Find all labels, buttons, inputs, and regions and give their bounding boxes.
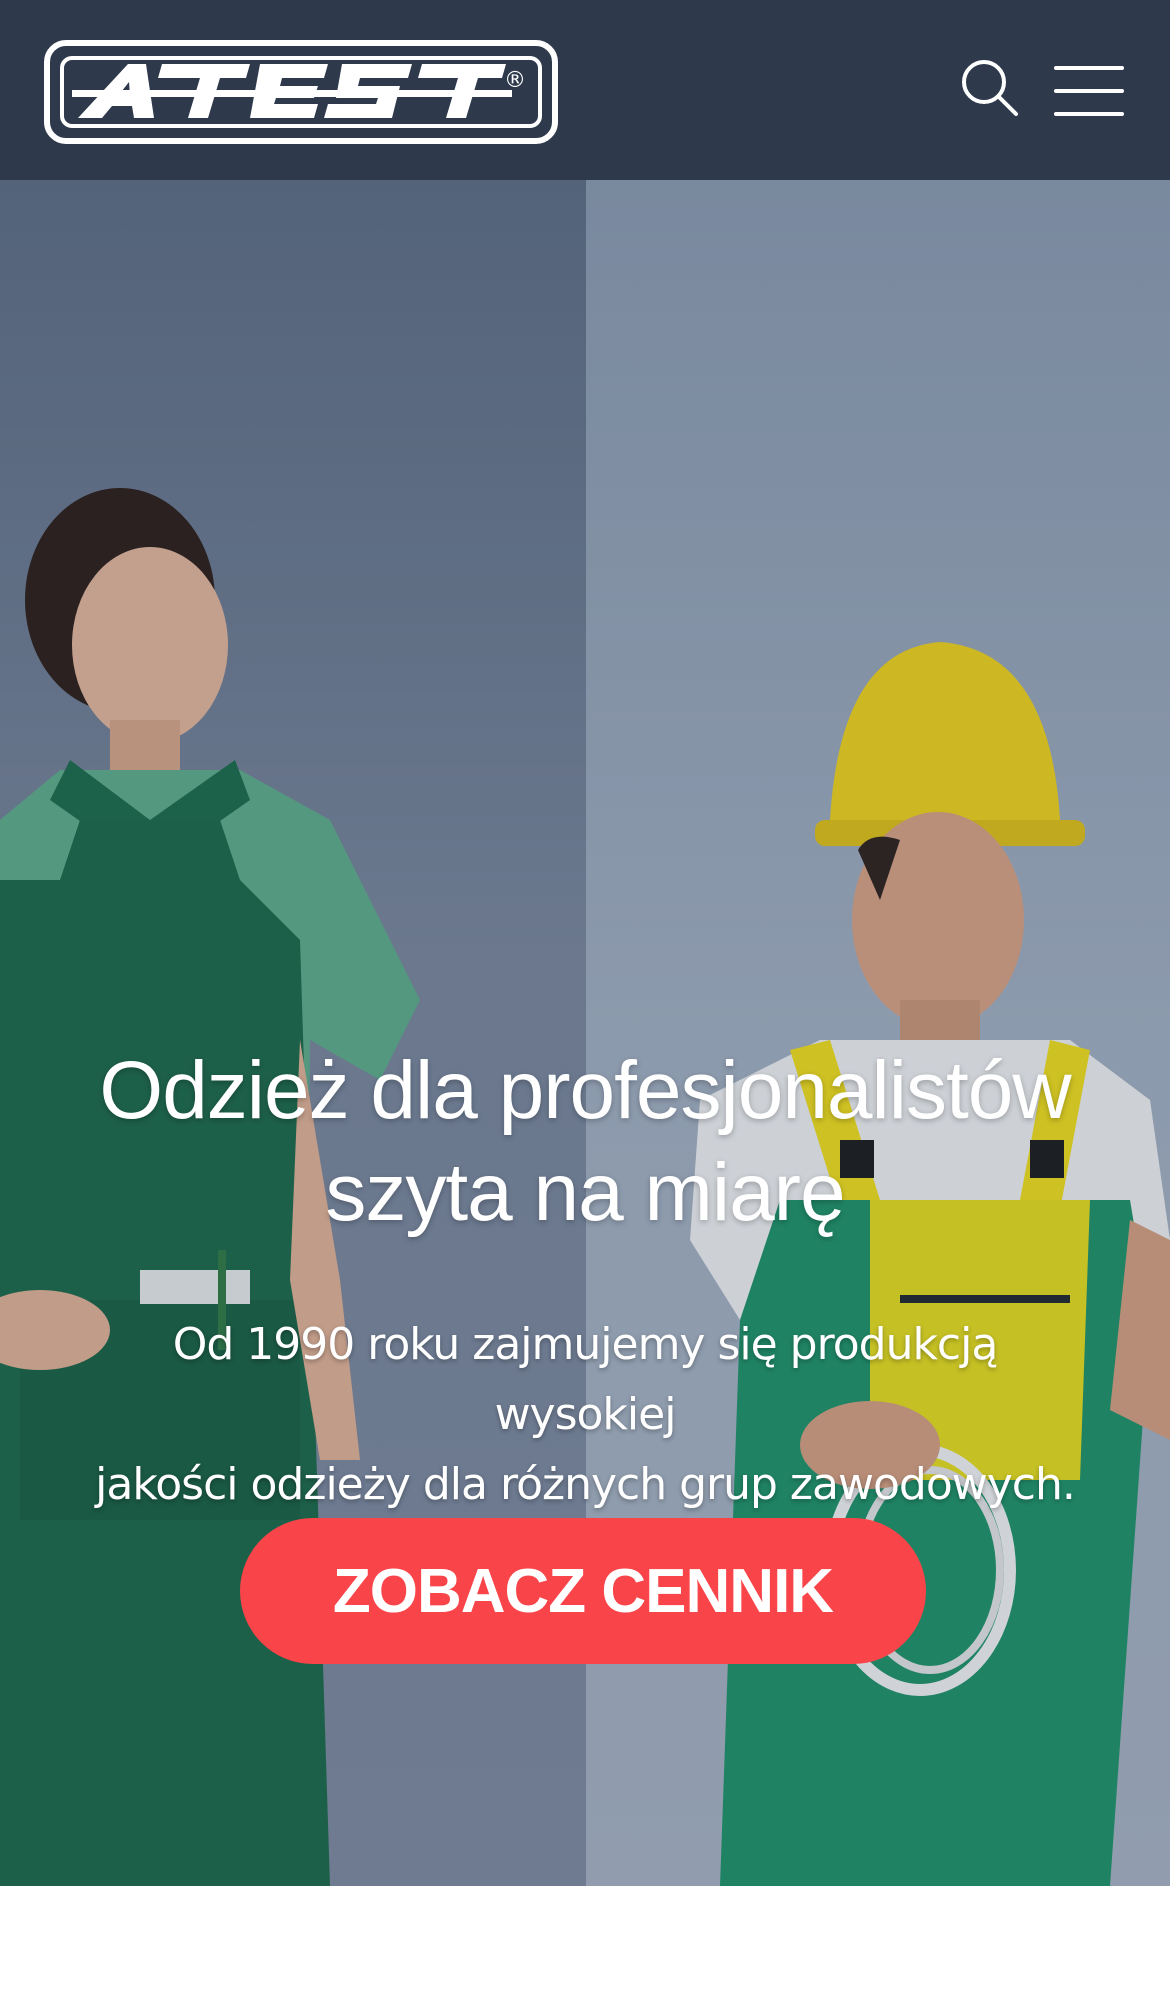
search-button[interactable]: [960, 58, 1020, 118]
search-icon: [962, 60, 1018, 116]
hero-subtitle-line-1: Od 1990 roku zajmujemy się produkcją wys…: [172, 1319, 999, 1440]
brand-logo[interactable]: ®: [44, 40, 558, 144]
hamburger-menu-icon: [1054, 66, 1124, 70]
site-header: ®: [0, 0, 1170, 180]
hamburger-menu-icon: [1054, 112, 1124, 116]
hero-title-line-1: Odzież dla profesjonalistów: [99, 1045, 1071, 1136]
registered-mark: ®: [504, 68, 526, 93]
logo-wordmark: [72, 64, 512, 118]
page-below-hero: [0, 1886, 1170, 1992]
hero-title: Odzież dla profesjonalistów szyta na mia…: [60, 1040, 1110, 1244]
hero-section: Odzież dla profesjonalistów szyta na mia…: [0, 180, 1170, 1886]
hero-title-line-2: szyta na miarę: [325, 1147, 845, 1238]
menu-button[interactable]: [1054, 66, 1124, 116]
hamburger-menu-icon: [1054, 89, 1124, 93]
hero-subtitle-line-2: jakości odzieży dla różnych grup zawodow…: [95, 1459, 1076, 1510]
hero-subtitle: Od 1990 roku zajmujemy się produkcją wys…: [80, 1310, 1090, 1520]
price-list-button[interactable]: ZOBACZ CENNIK: [240, 1518, 926, 1664]
